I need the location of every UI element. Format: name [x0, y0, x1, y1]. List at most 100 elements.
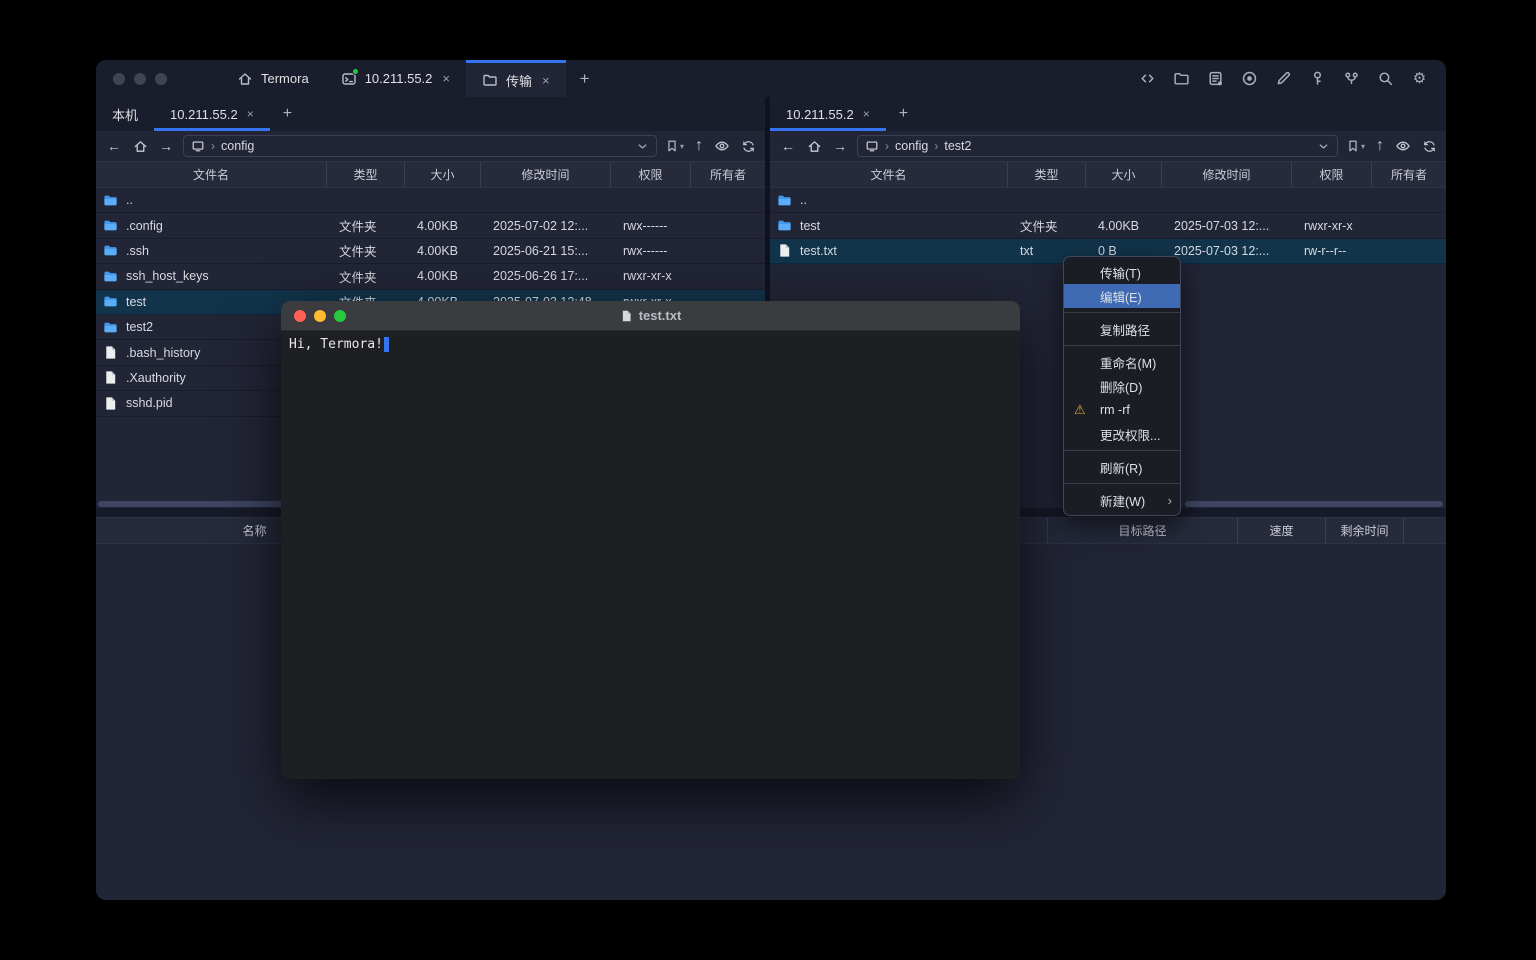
- folder-icon: [103, 193, 118, 208]
- code-icon[interactable]: [1139, 70, 1156, 87]
- minimize-window-button[interactable]: [134, 73, 146, 85]
- menu-item[interactable]: ⚠ 删除(D) ›: [1064, 374, 1180, 398]
- home-button[interactable]: [131, 139, 149, 154]
- file-mtime: 2025-07-03 12:...: [1162, 219, 1292, 233]
- close-icon[interactable]: ×: [542, 73, 550, 88]
- upload-icon[interactable]: ↑: [695, 137, 703, 155]
- column-header-name[interactable]: 文件名: [770, 162, 1008, 187]
- menu-item[interactable]: ⚠ 重命名(M) ›: [1064, 350, 1180, 374]
- editor-content[interactable]: Hi, Termora!: [281, 331, 1020, 779]
- home-button[interactable]: [805, 139, 823, 154]
- forward-button[interactable]: →: [831, 138, 849, 154]
- log-icon[interactable]: [1207, 70, 1224, 87]
- table-row[interactable]: ..: [96, 188, 765, 213]
- refresh-icon[interactable]: [741, 139, 756, 154]
- close-window-button[interactable]: [113, 73, 125, 85]
- forward-button[interactable]: →: [157, 138, 175, 154]
- menu-item[interactable]: ⚠ 更改权限... ›: [1064, 422, 1180, 446]
- back-button[interactable]: ←: [779, 138, 797, 154]
- close-icon[interactable]: ×: [442, 71, 450, 86]
- bookmark-icon[interactable]: ▾: [1346, 139, 1365, 153]
- upload-icon[interactable]: ↑: [1376, 137, 1384, 155]
- menu-item[interactable]: ⚠ ›: [1064, 341, 1180, 350]
- column-header-perm[interactable]: 权限: [611, 162, 691, 187]
- show-hidden-icon[interactable]: [714, 138, 730, 154]
- menu-item-label: 传输(T): [1100, 263, 1141, 282]
- search-icon[interactable]: [1377, 70, 1394, 87]
- tab-host-session[interactable]: 10.211.55.2 ×: [325, 60, 466, 97]
- column-header-type[interactable]: 类型: [327, 162, 405, 187]
- tab-remote-host[interactable]: 10.211.55.2 ×: [770, 97, 886, 131]
- close-icon[interactable]: ×: [863, 107, 870, 121]
- close-window-button[interactable]: [294, 310, 306, 322]
- new-tab-button[interactable]: +: [270, 97, 305, 131]
- left-path-bar: ← → › config ▾ ↑: [96, 131, 765, 161]
- file-type: 文件夹: [327, 267, 405, 286]
- new-tab-button[interactable]: +: [886, 97, 921, 131]
- file-perm: rwxr-xr-x: [611, 269, 691, 283]
- bookmark-icon[interactable]: ▾: [665, 139, 684, 153]
- horizontal-scrollbar[interactable]: [1185, 501, 1443, 507]
- record-icon[interactable]: [1241, 70, 1258, 87]
- file-size: 4.00KB: [405, 269, 481, 283]
- menu-item[interactable]: ⚠ 复制路径 ›: [1064, 317, 1180, 341]
- column-header-size[interactable]: 大小: [1086, 162, 1162, 187]
- table-row[interactable]: .ssh 文件夹 4.00KB 2025-06-21 15:... rwx---…: [96, 239, 765, 264]
- tab-label: Termora: [261, 71, 309, 86]
- tab-transfer[interactable]: 传输 ×: [466, 60, 566, 97]
- key-icon[interactable]: [1309, 70, 1326, 87]
- table-row[interactable]: ..: [770, 188, 1446, 213]
- new-tab-button[interactable]: +: [566, 60, 604, 97]
- tab-termora[interactable]: Termora: [221, 60, 325, 97]
- column-header-speed[interactable]: 速度: [1238, 518, 1326, 543]
- column-header-size[interactable]: 大小: [405, 162, 481, 187]
- editor-titlebar[interactable]: test.txt: [281, 301, 1020, 331]
- folder-icon[interactable]: [1173, 70, 1190, 87]
- show-hidden-icon[interactable]: [1395, 138, 1411, 154]
- breadcrumb-segment[interactable]: config: [895, 139, 928, 153]
- minimize-window-button[interactable]: [314, 310, 326, 322]
- breadcrumb-segment[interactable]: config: [221, 139, 254, 153]
- tab-local[interactable]: 本机: [96, 97, 154, 131]
- menu-item[interactable]: ⚠ ›: [1064, 479, 1180, 488]
- tab-remote-host[interactable]: 10.211.55.2 ×: [154, 97, 270, 131]
- menu-item[interactable]: ⚠ 传输(T) ›: [1064, 260, 1180, 284]
- column-header-mtime[interactable]: 修改时间: [1162, 162, 1292, 187]
- settings-icon[interactable]: ⚙: [1411, 70, 1428, 87]
- column-header-name[interactable]: 文件名: [96, 162, 327, 187]
- crumb-separator: ›: [885, 139, 889, 153]
- close-icon[interactable]: ×: [247, 107, 254, 121]
- file-icon: [103, 370, 118, 385]
- menu-item[interactable]: ⚠ 刷新(R) ›: [1064, 455, 1180, 479]
- pencil-icon[interactable]: [1275, 70, 1292, 87]
- folder-icon: [482, 72, 498, 88]
- column-header-owner[interactable]: 所有者: [691, 162, 765, 187]
- refresh-icon[interactable]: [1422, 139, 1437, 154]
- breadcrumb[interactable]: › config: [183, 135, 657, 157]
- menu-item[interactable]: ⚠ ›: [1064, 308, 1180, 317]
- column-header-owner[interactable]: 所有者: [1372, 162, 1446, 187]
- table-row[interactable]: test 文件夹 4.00KB 2025-07-03 12:... rwxr-x…: [770, 213, 1446, 238]
- table-row[interactable]: ssh_host_keys 文件夹 4.00KB 2025-06-26 17:.…: [96, 264, 765, 289]
- column-header-mtime[interactable]: 修改时间: [481, 162, 611, 187]
- chevron-down-icon[interactable]: [1317, 140, 1330, 153]
- zoom-window-button[interactable]: [155, 73, 167, 85]
- back-button[interactable]: ←: [105, 138, 123, 154]
- column-header-type[interactable]: 类型: [1008, 162, 1086, 187]
- zoom-window-button[interactable]: [334, 310, 346, 322]
- table-row[interactable]: .config 文件夹 4.00KB 2025-07-02 12:... rwx…: [96, 213, 765, 238]
- column-header-perm[interactable]: 权限: [1292, 162, 1372, 187]
- menu-item[interactable]: ⚠ 编辑(E) ›: [1064, 284, 1180, 308]
- column-header-eta[interactable]: 剩余时间: [1326, 518, 1404, 543]
- menu-item[interactable]: ⚠ rm -rf ›: [1064, 398, 1180, 422]
- menu-item[interactable]: ⚠ ›: [1064, 446, 1180, 455]
- breadcrumb[interactable]: › config › test2: [857, 135, 1338, 157]
- menu-item-label: 重命名(M): [1100, 353, 1156, 372]
- column-header-dest-path[interactable]: 目标路径: [1048, 518, 1238, 543]
- chevron-down-icon[interactable]: [636, 140, 649, 153]
- right-path-actions: ▾ ↑: [1346, 137, 1437, 155]
- breadcrumb-segment[interactable]: test2: [944, 139, 971, 153]
- keychain-icon[interactable]: [1343, 70, 1360, 87]
- menu-item[interactable]: ⚠ 新建(W) ›: [1064, 488, 1180, 512]
- file-name: .bash_history: [126, 346, 200, 360]
